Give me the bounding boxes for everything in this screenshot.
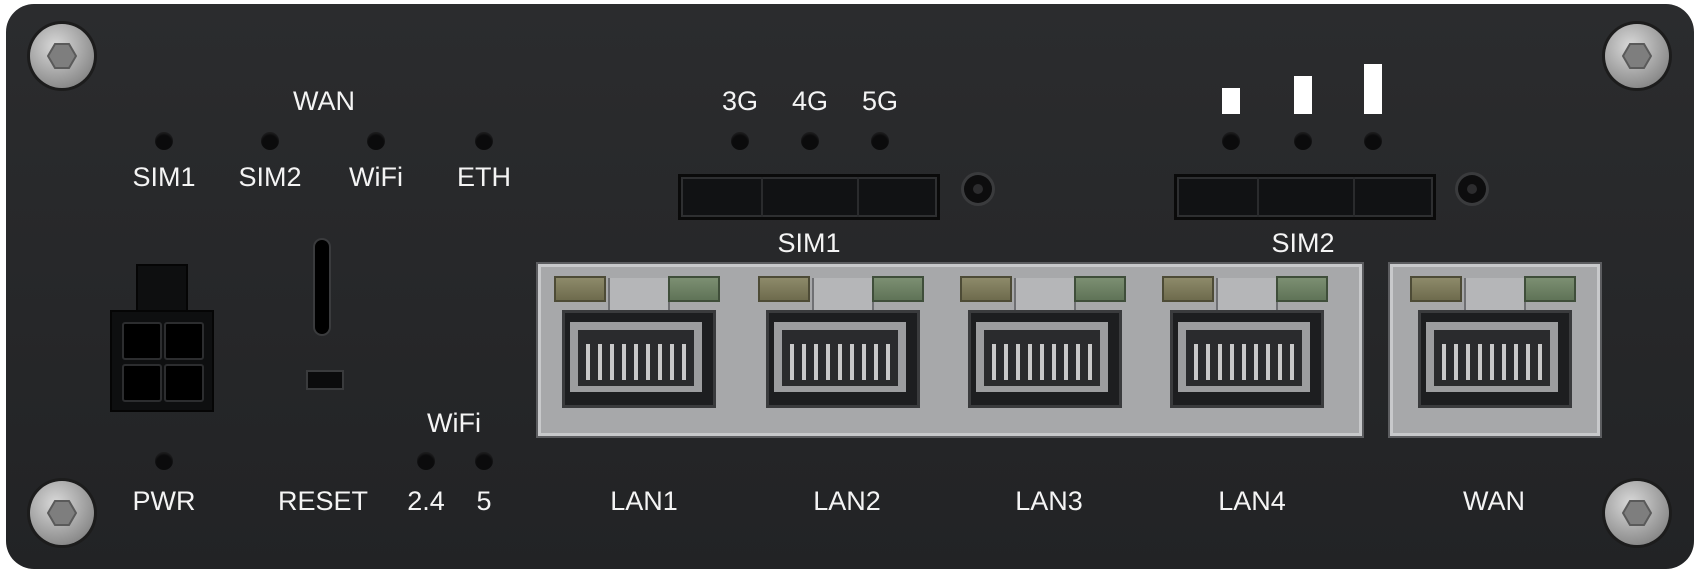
wan-wifi-label: WiFi: [349, 162, 403, 192]
wan-eth-label: ETH: [457, 162, 511, 192]
wan-link-led: [1410, 276, 1462, 302]
lan4-label: LAN4: [1218, 486, 1286, 516]
wifi-5-label: 5: [476, 486, 492, 516]
wan-sim2-label: SIM2: [238, 162, 302, 192]
wan-eth-led: [475, 132, 493, 150]
lan2-activity-led: [872, 276, 924, 302]
network-5g-label: 5G: [861, 86, 899, 116]
reset-slot: [315, 240, 329, 334]
screw-icon: [30, 481, 94, 545]
power-led: [155, 452, 173, 470]
screw-icon: [1605, 481, 1669, 545]
lan1-label: LAN1: [610, 486, 678, 516]
signal-1-led: [1222, 132, 1240, 150]
lan4-activity-led: [1276, 276, 1328, 302]
wifi-24-label: 2.4: [407, 486, 445, 516]
wan-port-label: WAN: [1463, 486, 1525, 516]
lan1-link-led: [554, 276, 606, 302]
lan1-activity-led: [668, 276, 720, 302]
lan-port-block: [536, 262, 1364, 438]
sim1-slot[interactable]: [678, 174, 940, 220]
sim2-slot[interactable]: [1174, 174, 1436, 220]
signal-bar-3-icon: [1364, 64, 1382, 114]
lan3-label: LAN3: [1015, 486, 1083, 516]
lan3-link-led: [960, 276, 1012, 302]
wan-wifi-led: [367, 132, 385, 150]
wan-group-label: WAN: [293, 86, 355, 116]
network-3g-led: [731, 132, 749, 150]
power-connector-latch: [136, 264, 188, 316]
network-4g-label: 4G: [791, 86, 829, 116]
wifi-5-led: [475, 452, 493, 470]
sim2-label: SIM2: [1271, 228, 1335, 258]
network-5g-led: [871, 132, 889, 150]
power-label: PWR: [132, 486, 196, 516]
reset-button[interactable]: [306, 370, 344, 390]
signal-bar-2-icon: [1294, 76, 1312, 114]
wan-sim2-led: [261, 132, 279, 150]
sim2-eject-hole[interactable]: [1458, 175, 1486, 203]
screw-icon: [1605, 24, 1669, 88]
signal-3-led: [1364, 132, 1382, 150]
wifi-24-led: [417, 452, 435, 470]
wan-port-block: [1388, 262, 1602, 438]
reset-label: RESET: [277, 486, 369, 516]
wan-sim1-label: SIM1: [132, 162, 196, 192]
signal-bar-1-icon: [1222, 88, 1240, 114]
wan-port[interactable]: [1400, 270, 1586, 416]
power-connector[interactable]: [110, 310, 214, 412]
network-4g-led: [801, 132, 819, 150]
lan4-link-led: [1162, 276, 1214, 302]
lan2-port[interactable]: [748, 270, 934, 416]
lan4-port[interactable]: [1152, 270, 1338, 416]
lan3-port[interactable]: [950, 270, 1136, 416]
screw-icon: [30, 24, 94, 88]
lan2-link-led: [758, 276, 810, 302]
wifi-group-label: WiFi: [427, 408, 481, 438]
lan1-port[interactable]: [544, 270, 730, 416]
network-3g-label: 3G: [721, 86, 759, 116]
lan3-activity-led: [1074, 276, 1126, 302]
wan-activity-led: [1524, 276, 1576, 302]
sim1-label: SIM1: [777, 228, 841, 258]
sim1-eject-hole[interactable]: [964, 175, 992, 203]
lan2-label: LAN2: [813, 486, 881, 516]
signal-2-led: [1294, 132, 1312, 150]
wan-sim1-led: [155, 132, 173, 150]
